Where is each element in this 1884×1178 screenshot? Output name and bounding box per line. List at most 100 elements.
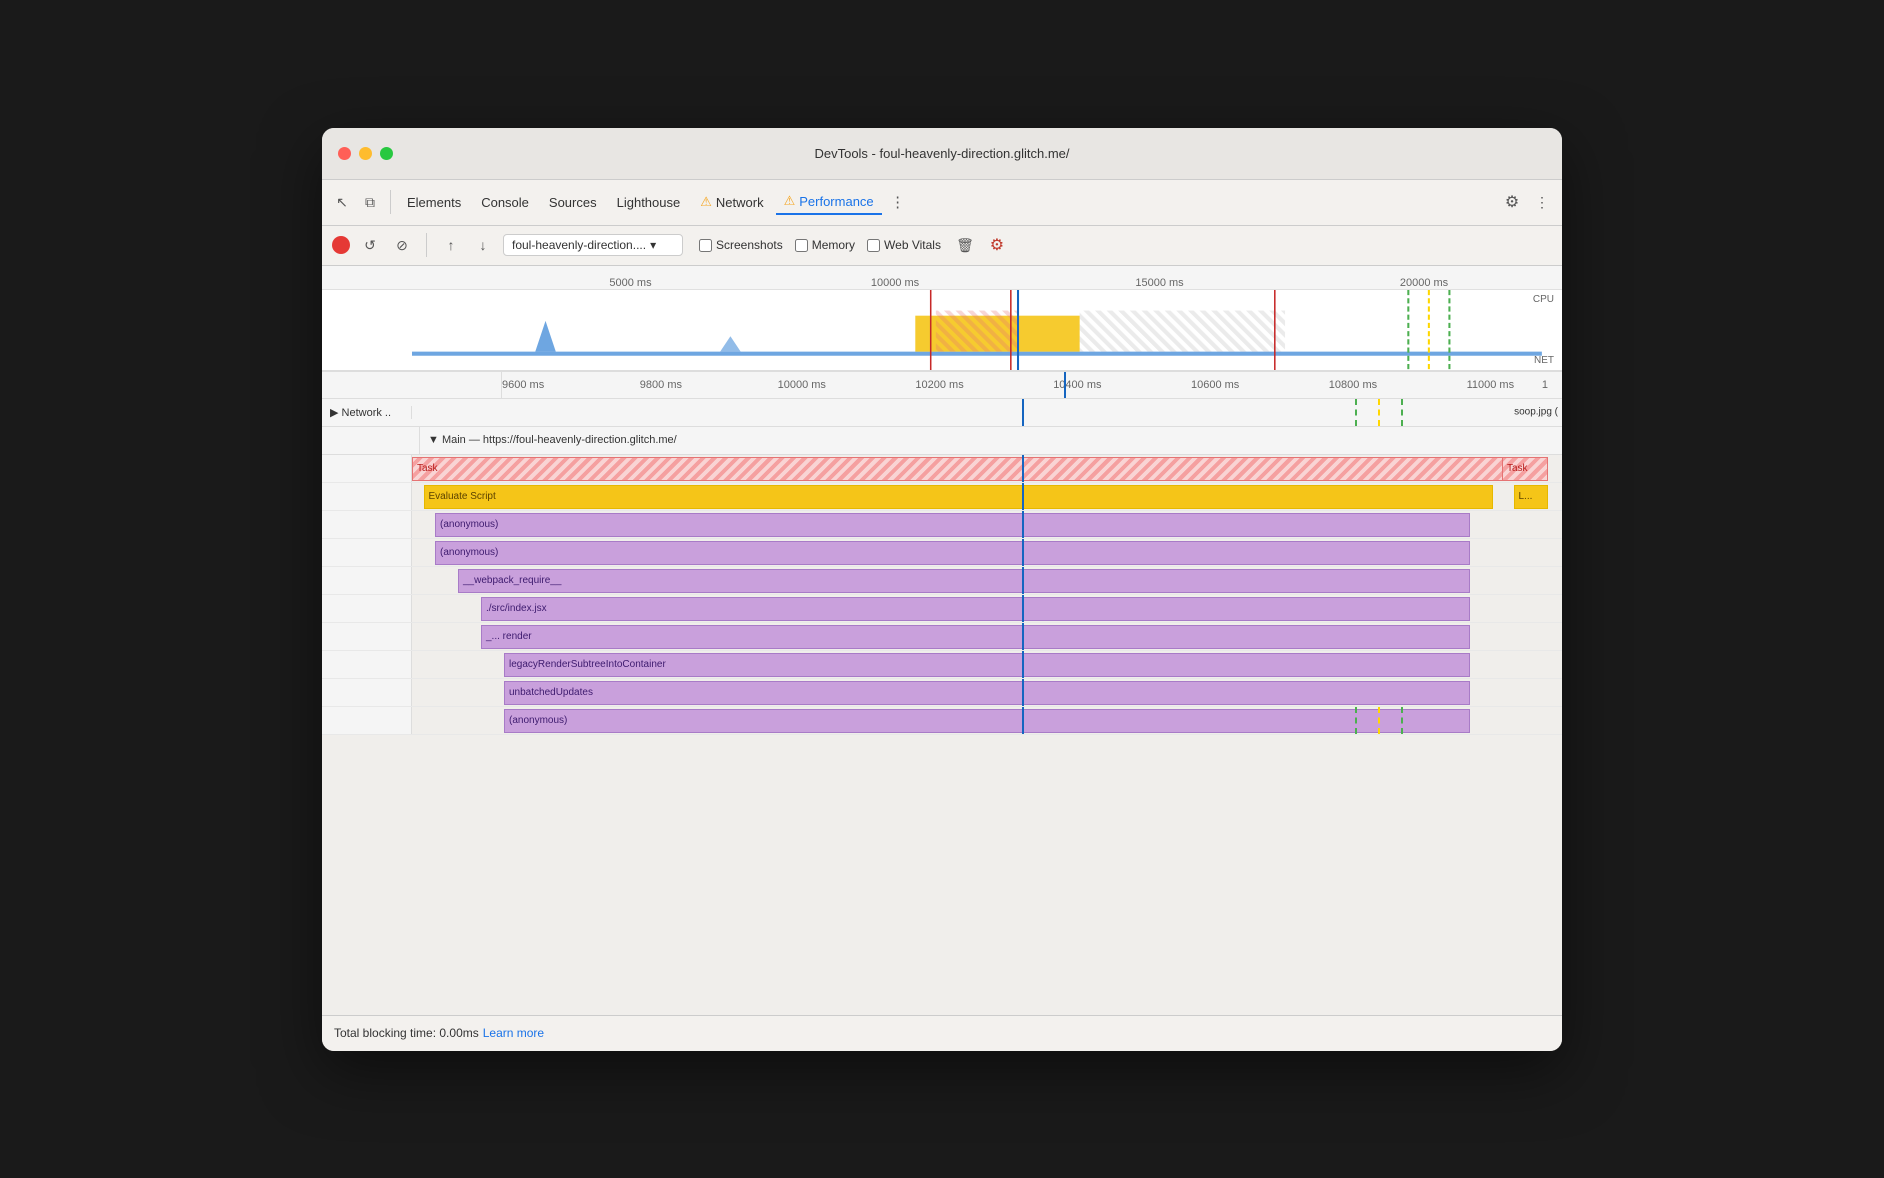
time-10800: 10800 ms [1329, 379, 1377, 391]
blue-line-webpack [1022, 567, 1024, 594]
row-bar-anon2[interactable]: (anonymous) [412, 539, 1562, 566]
row-bar-unbatched[interactable]: unbatchedUpdates [412, 679, 1562, 706]
maximize-button[interactable] [380, 147, 393, 160]
network-label[interactable]: ▶ Network .. [322, 406, 412, 419]
stop-button[interactable]: ⊘ [390, 233, 414, 257]
eval-bar-right[interactable]: L... [1514, 485, 1549, 509]
dashed-g2 [1401, 707, 1403, 734]
more-options-button[interactable]: ⋮ [1530, 190, 1554, 214]
row-bar-anon1[interactable]: (anonymous) [412, 511, 1562, 538]
legacy-bar[interactable]: legacyRenderSubtreeIntoContainer [504, 653, 1470, 677]
close-button[interactable] [338, 147, 351, 160]
devtools-content: 9600 ms 9800 ms 10000 ms 10200 ms 10400 … [322, 371, 1562, 1051]
row-bar-anon3[interactable]: (anonymous) [412, 707, 1562, 734]
row-label-anon3 [322, 707, 412, 734]
row-bar-legacy[interactable]: legacyRenderSubtreeIntoContainer [412, 651, 1562, 678]
table-row: ./src/index.jsx [322, 595, 1562, 623]
unbatched-bar[interactable]: unbatchedUpdates [504, 681, 1470, 705]
dashed-green-1 [1355, 399, 1357, 426]
table-row: __webpack_require__ [322, 567, 1562, 595]
network-bar-area: soop.jpg ( [412, 399, 1562, 426]
dashed-y [1378, 707, 1380, 734]
minimize-button[interactable] [359, 147, 372, 160]
flame-rows: Task Task Evaluate Script [322, 455, 1562, 735]
tab-bar: ↖ ⧉ Elements Console Sources Lighthouse … [322, 180, 1562, 226]
table-row: (anonymous) [322, 707, 1562, 735]
task-bar[interactable]: Task [412, 457, 1505, 481]
main-header-label: ▼ Main — https://foul-heavenly-direction… [420, 434, 677, 446]
settings-button[interactable]: ⚙ [1500, 190, 1524, 214]
table-row: (anonymous) [322, 511, 1562, 539]
tab-lighthouse[interactable]: Lighthouse [609, 191, 689, 214]
tab-elements[interactable]: Elements [399, 191, 469, 214]
render-bar[interactable]: _... render [481, 625, 1470, 649]
tab-network[interactable]: ⚠ Network [692, 190, 771, 214]
row-bar-eval[interactable]: Evaluate Script L... [412, 483, 1562, 510]
cpu-label: CPU [1533, 294, 1554, 305]
row-label-src [322, 595, 412, 622]
table-row: unbatchedUpdates [322, 679, 1562, 707]
src-bar[interactable]: ./src/index.jsx [481, 597, 1470, 621]
record-button[interactable] [332, 236, 350, 254]
row-label-legacy [322, 651, 412, 678]
web-vitals-checkbox[interactable]: Web Vitals [867, 238, 941, 252]
net-label: NET [1534, 355, 1554, 366]
time-marks: 9600 ms 9800 ms 10000 ms 10200 ms 10400 … [502, 372, 1562, 398]
table-row: (anonymous) [322, 539, 1562, 567]
learn-more-link[interactable]: Learn more [483, 1026, 544, 1040]
traffic-lights [338, 147, 393, 160]
blue-line-task [1022, 455, 1024, 482]
row-label-unbatched [322, 679, 412, 706]
download-button[interactable]: ↓ [471, 233, 495, 257]
row-label-task [322, 455, 412, 482]
task-bar-right[interactable]: Task [1502, 457, 1548, 481]
blue-line-unbatched [1022, 679, 1024, 706]
perf-settings-button[interactable]: ⚙ [985, 233, 1009, 257]
anon1-bar[interactable]: (anonymous) [435, 513, 1470, 537]
url-selector[interactable]: foul-heavenly-direction.... ▾ [503, 234, 683, 256]
blue-line-anon1 [1022, 511, 1024, 538]
screenshots-checkbox[interactable]: Screenshots [699, 238, 783, 252]
table-row: _... render [322, 623, 1562, 651]
upload-button[interactable]: ↑ [439, 233, 463, 257]
row-bar-task[interactable]: Task Task [412, 455, 1562, 482]
webpack-bar[interactable]: __webpack_require__ [458, 569, 1470, 593]
row-bar-webpack[interactable]: __webpack_require__ [412, 567, 1562, 594]
table-row: legacyRenderSubtreeIntoContainer [322, 651, 1562, 679]
blue-line [1064, 372, 1066, 398]
time-11000: 11000 ms [1467, 379, 1515, 391]
tab-sources[interactable]: Sources [541, 191, 605, 214]
anon3-bar[interactable]: (anonymous) [504, 709, 1470, 733]
tab-performance[interactable]: ⚠ Performance [776, 189, 882, 215]
status-bar: Total blocking time: 0.00ms Learn more [322, 1015, 1562, 1051]
network-warn-icon: ⚠ [700, 194, 712, 210]
performance-warn-icon: ⚠ [784, 193, 796, 209]
blue-line-eval [1022, 483, 1024, 510]
tab-console[interactable]: Console [473, 191, 537, 214]
separator [390, 190, 391, 214]
time-9800: 9800 ms [640, 379, 682, 391]
eval-bar[interactable]: Evaluate Script [424, 485, 1494, 509]
row-bar-src[interactable]: ./src/index.jsx [412, 595, 1562, 622]
row-label-webpack [322, 567, 412, 594]
reload-button[interactable]: ↺ [358, 233, 382, 257]
row-label-anon2 [322, 539, 412, 566]
memory-checkbox[interactable]: Memory [795, 238, 855, 252]
sep2 [426, 233, 427, 257]
time-10600: 10600 ms [1191, 379, 1239, 391]
timeline-svg [412, 290, 1542, 370]
row-label-anon1 [322, 511, 412, 538]
network-row: ▶ Network .. soop.jpg ( [322, 399, 1562, 427]
more-tabs-button[interactable]: ⋮ [886, 190, 910, 214]
checkbox-group: Screenshots Memory Web Vitals [699, 238, 941, 252]
cursor-icon[interactable]: ↖ [330, 190, 354, 214]
clear-button[interactable]: 🗑 [953, 233, 977, 257]
timeline-tracks[interactable]: CPU NET [322, 290, 1562, 370]
row-bar-render[interactable]: _... render [412, 623, 1562, 650]
layers-icon[interactable]: ⧉ [358, 190, 382, 214]
table-row: Task Task [322, 455, 1562, 483]
devtools-window: DevTools - foul-heavenly-direction.glitc… [322, 128, 1562, 1051]
flame-chart[interactable]: Task Task Evaluate Script [322, 455, 1562, 1015]
blue-line-render [1022, 623, 1024, 650]
anon2-bar[interactable]: (anonymous) [435, 541, 1470, 565]
